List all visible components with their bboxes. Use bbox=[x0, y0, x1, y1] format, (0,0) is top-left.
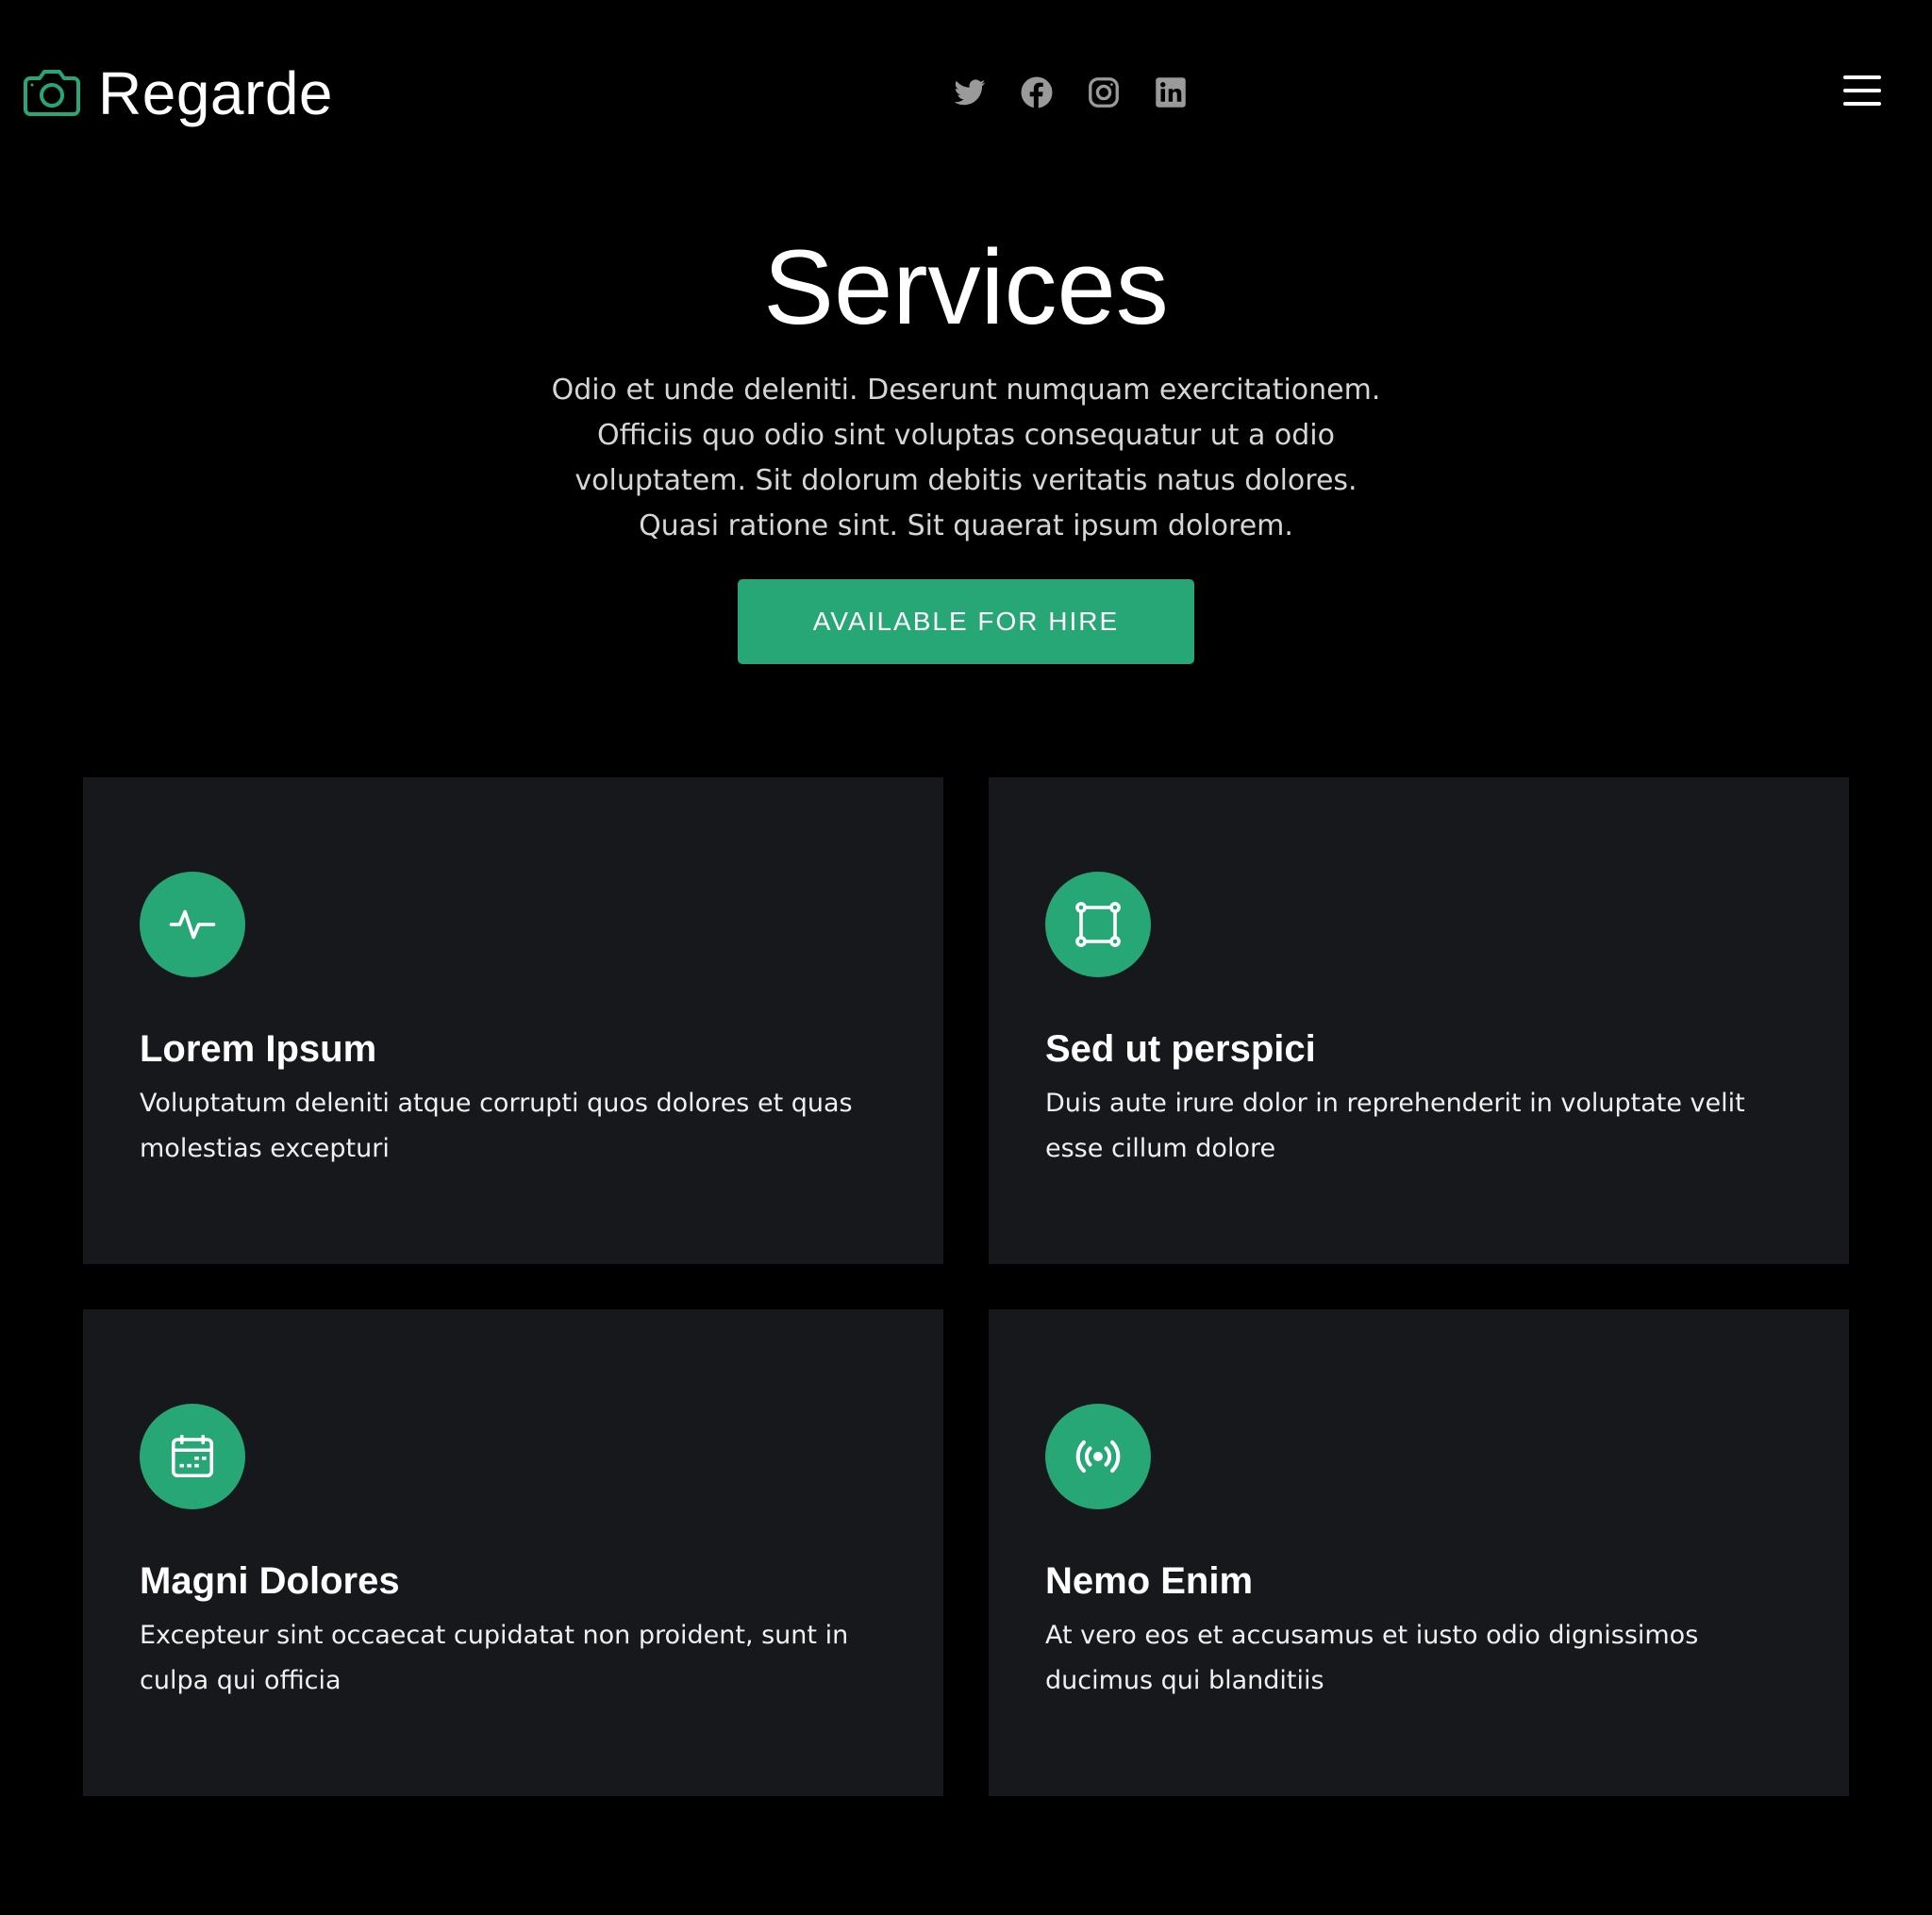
bounding-box-icon bbox=[1045, 872, 1151, 977]
service-description: Duis aute irure dolor in reprehenderit i… bbox=[1045, 1089, 1745, 1163]
service-description: Excepteur sint occaecat cupidatat non pr… bbox=[140, 1621, 849, 1695]
brand-logo-link[interactable]: Regarde bbox=[21, 55, 333, 132]
page-description: Odio et unde deleniti. Deserunt numquam … bbox=[551, 374, 1381, 542]
menu-bar-middle bbox=[1843, 89, 1881, 92]
menu-bar-top bbox=[1843, 75, 1881, 79]
service-card: Nemo Enim At vero eos et accusamus et iu… bbox=[989, 1309, 1849, 1796]
linkedin-icon[interactable] bbox=[1154, 75, 1188, 109]
activity-icon bbox=[140, 872, 245, 977]
site-header: Regarde bbox=[0, 0, 1932, 185]
hamburger-menu-icon[interactable] bbox=[1841, 72, 1883, 109]
camera-icon bbox=[21, 62, 83, 125]
menu-bar-bottom bbox=[1843, 102, 1881, 106]
twitter-icon[interactable] bbox=[953, 75, 987, 109]
service-title: Lorem Ipsum bbox=[140, 1028, 377, 1070]
social-links bbox=[953, 74, 1221, 111]
instagram-icon[interactable] bbox=[1087, 75, 1121, 109]
page-title: Services bbox=[763, 228, 1169, 346]
broadcast-icon bbox=[1045, 1404, 1151, 1509]
facebook-icon[interactable] bbox=[1020, 75, 1054, 109]
service-description: At vero eos et accusamus et iusto odio d… bbox=[1045, 1621, 1699, 1695]
service-description: Voluptatum deleniti atque corrupti quos … bbox=[140, 1089, 853, 1163]
service-title: Magni Dolores bbox=[140, 1560, 400, 1602]
available-for-hire-button[interactable]: AVAILABLE FOR HIRE bbox=[738, 579, 1194, 664]
calendar-icon bbox=[140, 1404, 245, 1509]
service-card: Lorem Ipsum Voluptatum deleniti atque co… bbox=[83, 777, 943, 1264]
service-card: Magni Dolores Excepteur sint occaecat cu… bbox=[83, 1309, 943, 1796]
service-title: Nemo Enim bbox=[1045, 1560, 1254, 1602]
service-title: Sed ut perspici bbox=[1045, 1028, 1316, 1070]
brand-name: Regarde bbox=[98, 59, 333, 127]
service-card: Sed ut perspici Duis aute irure dolor in… bbox=[989, 777, 1849, 1264]
